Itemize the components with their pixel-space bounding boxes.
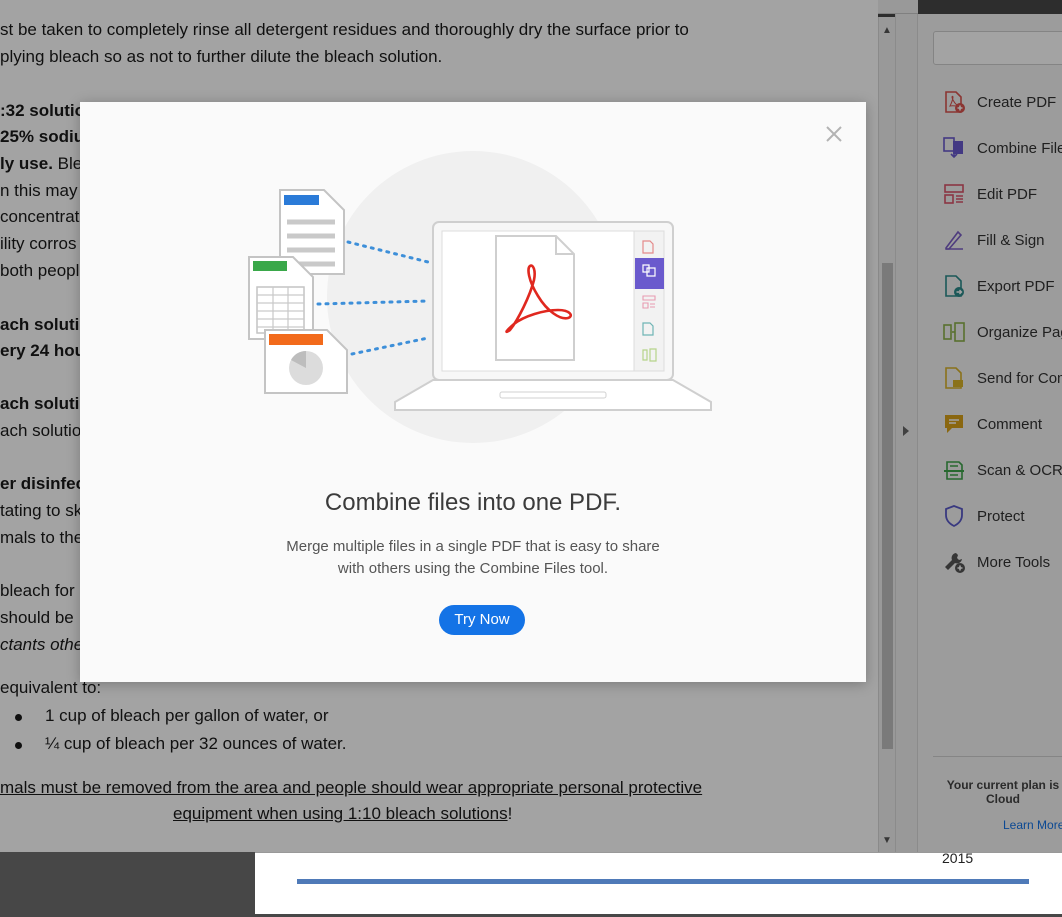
laptop-icon	[394, 221, 712, 411]
try-now-button[interactable]: Try Now	[439, 605, 525, 635]
dialog-description-line: Merge multiple files in a single PDF tha…	[286, 538, 660, 555]
background-year-label: 2015	[942, 850, 974, 866]
dialog-title: Combine files into one PDF.	[324, 489, 622, 516]
dialog-description: Merge multiple files in a single PDF tha…	[263, 536, 683, 580]
dialog-description-line: with others using the Combine Files tool…	[337, 560, 609, 577]
presentation-icon	[264, 329, 348, 394]
spreadsheet-icon	[248, 256, 314, 340]
combine-files-dialog: Combine files into one PDF. Merge multip…	[80, 102, 866, 682]
combine-files-illustration	[248, 151, 712, 443]
background-rule	[297, 879, 1029, 884]
background-window: 2015	[255, 850, 1062, 914]
